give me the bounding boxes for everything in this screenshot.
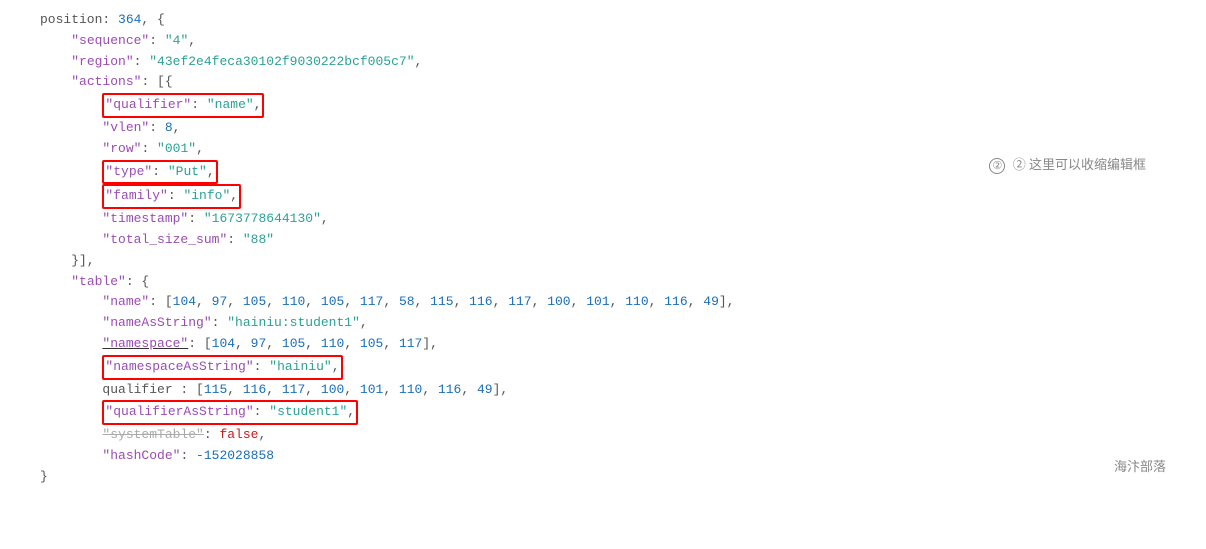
code-line: "namespaceAsString": "hainiu", — [40, 355, 1186, 380]
code-line: "name": [104, 97, 105, 110, 105, 117, 58… — [40, 292, 1186, 313]
code-line: "table": { — [40, 272, 1186, 293]
code-line: "namespace": [104, 97, 105, 110, 105, 11… — [40, 334, 1186, 355]
code-line: "systemTable": false, — [40, 425, 1186, 446]
code-line: "total_size_sum": "88" — [40, 230, 1186, 251]
highlight-family: "family": "info", — [102, 184, 241, 209]
code-line: "qualifierAsString": "student1", — [40, 400, 1186, 425]
code-line: "actions": [{ — [40, 72, 1186, 93]
code-line: "timestamp": "1673778644130", — [40, 209, 1186, 230]
code-line: "region": "43ef2e4feca30102f9030222bcf00… — [40, 52, 1186, 73]
code-line: "sequence": "4", — [40, 31, 1186, 52]
highlight-qualifier-string: "qualifierAsString": "student1", — [102, 400, 358, 425]
code-line: position: 364, { — [40, 10, 1186, 31]
code-line: "qualifier": "name", — [40, 93, 1186, 118]
code-line: "vlen": 8, — [40, 118, 1186, 139]
code-line: } — [40, 467, 1186, 488]
annotation-watermark: 海汴部落 — [1114, 457, 1166, 478]
highlight-qualifier: "qualifier": "name", — [102, 93, 264, 118]
code-line: qualifier : [115, 116, 117, 100, 101, 11… — [40, 380, 1186, 401]
code-line: "nameAsString": "hainiu:student1", — [40, 313, 1186, 334]
code-block: position: 364, { "sequence": "4", "regio… — [0, 0, 1206, 498]
code-line: "hashCode": -152028858 — [40, 446, 1186, 467]
annotation-collapse: ② ② 这里可以收缩编辑框 — [989, 155, 1146, 176]
highlight-namespace-string: "namespaceAsString": "hainiu", — [102, 355, 342, 380]
code-line: }], — [40, 251, 1186, 272]
code-line: "family": "info", — [40, 184, 1186, 209]
highlight-type: "type": "Put", — [102, 160, 217, 185]
